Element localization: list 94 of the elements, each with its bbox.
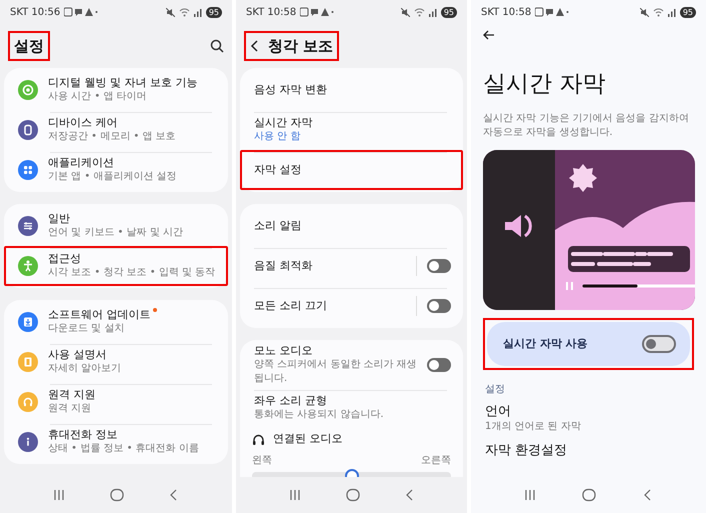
item-title: 일반 xyxy=(48,212,70,226)
item-subtitle: 저장공간 • 메모리 • 앱 보호 xyxy=(48,130,177,144)
item-title: 원격 지원 xyxy=(48,388,96,402)
settings-item[interactable]: 자막 설정 xyxy=(240,150,463,190)
item-title: 사용 설명서 xyxy=(48,348,106,362)
item-title: 자막 설정 xyxy=(254,163,302,177)
home-button[interactable] xyxy=(346,488,360,502)
toggle-switch[interactable] xyxy=(642,334,676,353)
signal-icon xyxy=(194,8,202,16)
settings-item[interactable]: 디바이스 케어 저장공간 • 메모리 • 앱 보호 xyxy=(4,110,228,150)
item-title: 모노 오디오 xyxy=(254,344,312,358)
wifi-icon xyxy=(414,8,425,16)
item-title: 음성 자막 변환 xyxy=(254,83,327,97)
mute-icon xyxy=(640,8,649,16)
item-title: 소리 알림 xyxy=(254,219,302,233)
item-title: 소프트웨어 업데이트 xyxy=(48,308,150,322)
settings-item[interactable]: 모노 오디오 양쪽 스피커에서 동일한 소리가 재생됩니다. xyxy=(240,342,463,388)
settings-item[interactable]: 음성 자막 변환 xyxy=(240,70,463,110)
switch-label: 실시간 자막 사용 xyxy=(503,336,589,352)
notification-icons-drawing xyxy=(300,7,334,17)
back-arrow-icon[interactable] xyxy=(483,30,495,40)
slider-label: 오른쪽 xyxy=(421,454,451,468)
description-text: 실시간 자막 기능은 기기에서 음성을 감지하여 자동으로 자막을 생성합니다. xyxy=(483,112,690,140)
item-title: 실시간 자막 xyxy=(254,116,312,130)
item-subtitle: 언어 및 키보드 • 날짜 및 시간 xyxy=(48,226,184,240)
settings-item[interactable]: 실시간 자막 사용 안 함 xyxy=(240,110,463,150)
item-title: 좌우 소리 균형 xyxy=(254,394,327,408)
settings-item[interactable]: 소프트웨어 업데이트 다운로드 및 설치 xyxy=(4,302,228,342)
back-button[interactable] xyxy=(404,488,414,502)
item-subtitle: 시각 보조 • 청각 보조 • 입력 및 동작 xyxy=(48,266,216,280)
mute-icon xyxy=(166,8,175,16)
toggle-switch[interactable] xyxy=(427,358,451,372)
slider-label: 왼쪽 xyxy=(252,454,272,468)
signal-icon xyxy=(428,8,437,16)
item-title: 애플리케이션 xyxy=(48,156,114,170)
settings-item[interactable]: 애플리케이션 기본 앱 • 애플리케이션 설정 xyxy=(4,150,228,190)
item-subtitle: 사용 시간 • 앱 타이머 xyxy=(48,90,148,104)
notification-icons-drawing xyxy=(64,7,98,17)
battery-level: 95 xyxy=(680,6,696,18)
item-title[interactable]: 언어 xyxy=(485,402,692,420)
page-title: 설정 xyxy=(14,36,44,57)
settings-item[interactable]: 일반 언어 및 키보드 • 날짜 및 시간 xyxy=(4,206,228,246)
settings-item[interactable]: 좌우 소리 균형 통화에는 사용되지 않습니다. xyxy=(240,388,463,428)
item-subtitle: 통화에는 사용되지 않습니다. xyxy=(254,408,385,422)
item-title[interactable]: 자막 환경설정 xyxy=(485,442,692,460)
item-subtitle: 1개의 언어로 된 자막 xyxy=(485,420,582,434)
status-time: SKT 10:58 xyxy=(246,6,296,20)
settings-item[interactable]: 사용 설명서 자세히 알아보기 xyxy=(4,342,228,382)
search-icon[interactable] xyxy=(210,39,224,53)
item-subtitle: 자세히 알아보기 xyxy=(48,362,122,376)
home-button[interactable] xyxy=(110,488,124,502)
item-title: 디지털 웰빙 및 자녀 보호 기능 xyxy=(48,76,198,90)
item-subtitle: 원격 지원 xyxy=(48,402,92,416)
settings-item[interactable]: 원격 지원 원격 지원 xyxy=(4,382,228,422)
page-title: 청각 보조 xyxy=(268,36,334,57)
back-button[interactable] xyxy=(642,488,653,502)
settings-item[interactable]: 접근성 시각 보조 • 청각 보조 • 입력 및 동작 xyxy=(4,246,228,286)
item-title: 음질 최적화 xyxy=(254,259,312,273)
wifi-icon xyxy=(652,8,664,16)
item-subtitle: 양쪽 스피커에서 동일한 소리가 재생됩니다. xyxy=(254,358,417,386)
settings-item[interactable]: 휴대전화 정보 상태 • 법률 정보 • 휴대전화 이름 xyxy=(4,422,228,462)
section-label: 연결된 오디오 xyxy=(273,432,342,446)
settings-item[interactable]: 음질 최적화 xyxy=(240,246,463,286)
notification-icons-drawing xyxy=(535,7,570,17)
item-subtitle: 다운로드 및 설치 xyxy=(48,322,126,336)
item-title: 모든 소리 끄기 xyxy=(254,299,327,313)
section-header: 설정 xyxy=(485,382,506,397)
item-subtitle: 기본 앱 • 애플리케이션 설정 xyxy=(48,170,178,184)
item-title: 접근성 xyxy=(48,252,81,266)
headphones-icon xyxy=(252,432,265,446)
status-time: SKT 10:58 xyxy=(481,6,532,20)
wifi-icon xyxy=(178,8,190,16)
toggle-switch[interactable] xyxy=(427,299,451,313)
item-title: 휴대전화 정보 xyxy=(48,428,118,442)
back-icon[interactable] xyxy=(250,39,260,53)
battery-level: 95 xyxy=(440,6,457,18)
recent-apps-button[interactable] xyxy=(52,489,65,501)
settings-item[interactable]: 모든 소리 끄기 xyxy=(240,286,463,326)
back-button[interactable] xyxy=(169,488,180,502)
recent-apps-button[interactable] xyxy=(524,489,536,501)
toggle-switch[interactable] xyxy=(427,259,451,273)
home-button[interactable] xyxy=(582,488,596,502)
recent-apps-button[interactable] xyxy=(288,489,300,501)
master-switch-row[interactable]: 실시간 자막 사용 xyxy=(487,322,690,366)
battery-level: 95 xyxy=(206,6,222,18)
item-title: 디바이스 케어 xyxy=(48,116,118,130)
status-time: SKT 10:56 xyxy=(10,6,60,20)
page-title: 실시간 자막 xyxy=(483,70,606,99)
settings-item[interactable]: 디지털 웰빙 및 자녀 보호 기능 사용 시간 • 앱 타이머 xyxy=(4,70,228,110)
item-subtitle: 상태 • 법률 정보 • 휴대전화 이름 xyxy=(48,442,200,456)
item-subtitle: 사용 안 함 xyxy=(254,130,302,144)
settings-item[interactable]: 소리 알림 xyxy=(240,206,463,246)
mute-icon xyxy=(400,8,410,16)
signal-icon xyxy=(668,8,676,16)
